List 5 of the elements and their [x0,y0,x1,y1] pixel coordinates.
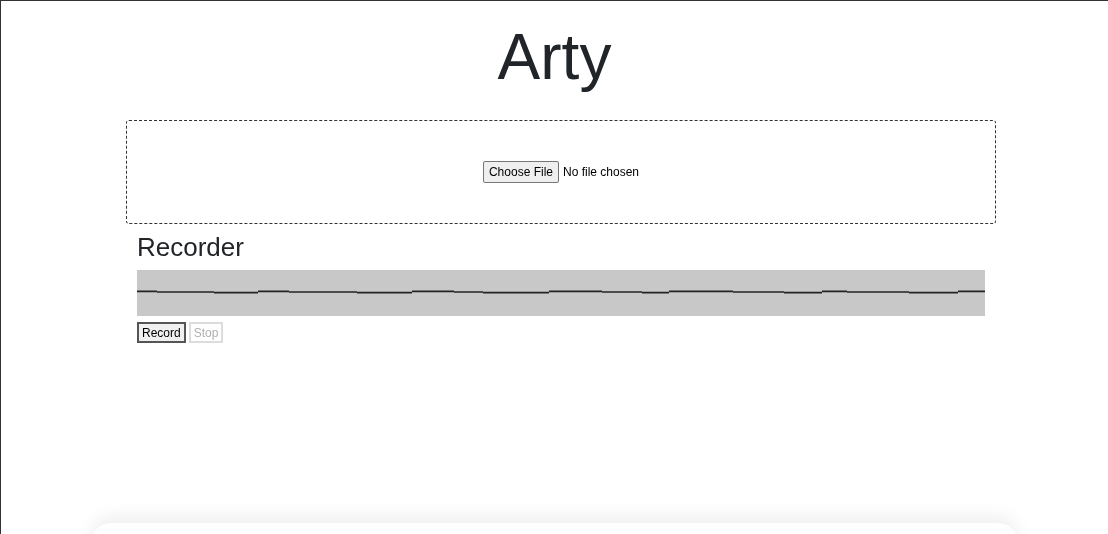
record-button[interactable]: Record [137,322,186,343]
choose-file-button[interactable]: Choose File [482,161,559,183]
section-heading: Recorder [137,231,245,264]
app-title: Arty [496,20,613,93]
file-status: No file chosen [563,164,640,181]
